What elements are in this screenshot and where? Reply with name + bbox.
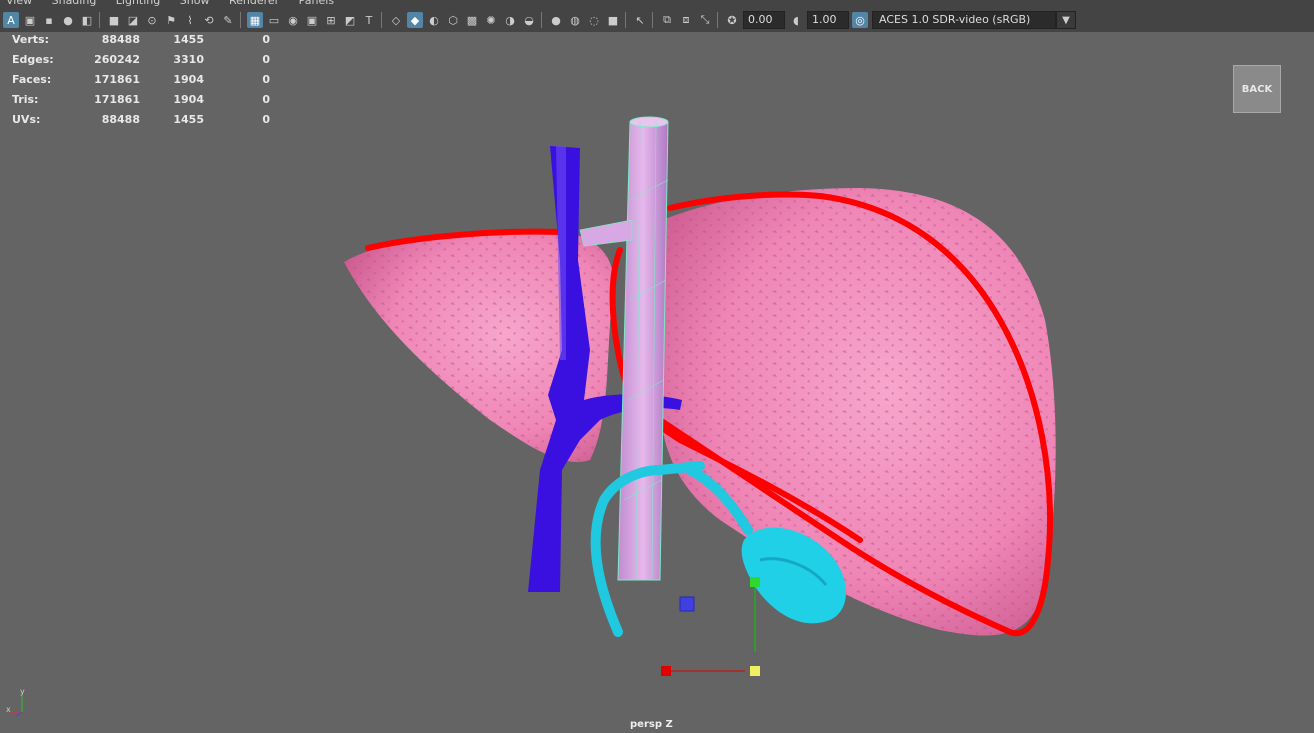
- axis-x-label: x: [6, 705, 11, 714]
- axis-indicator: y x: [6, 688, 25, 717]
- axis-y-label: y: [20, 688, 25, 696]
- camera-name-label: persp Z: [630, 719, 673, 730]
- view-cube-back[interactable]: BACK: [1233, 65, 1281, 113]
- move-manipulator[interactable]: [661, 577, 760, 676]
- viewport-scene[interactable]: [0, 0, 1314, 733]
